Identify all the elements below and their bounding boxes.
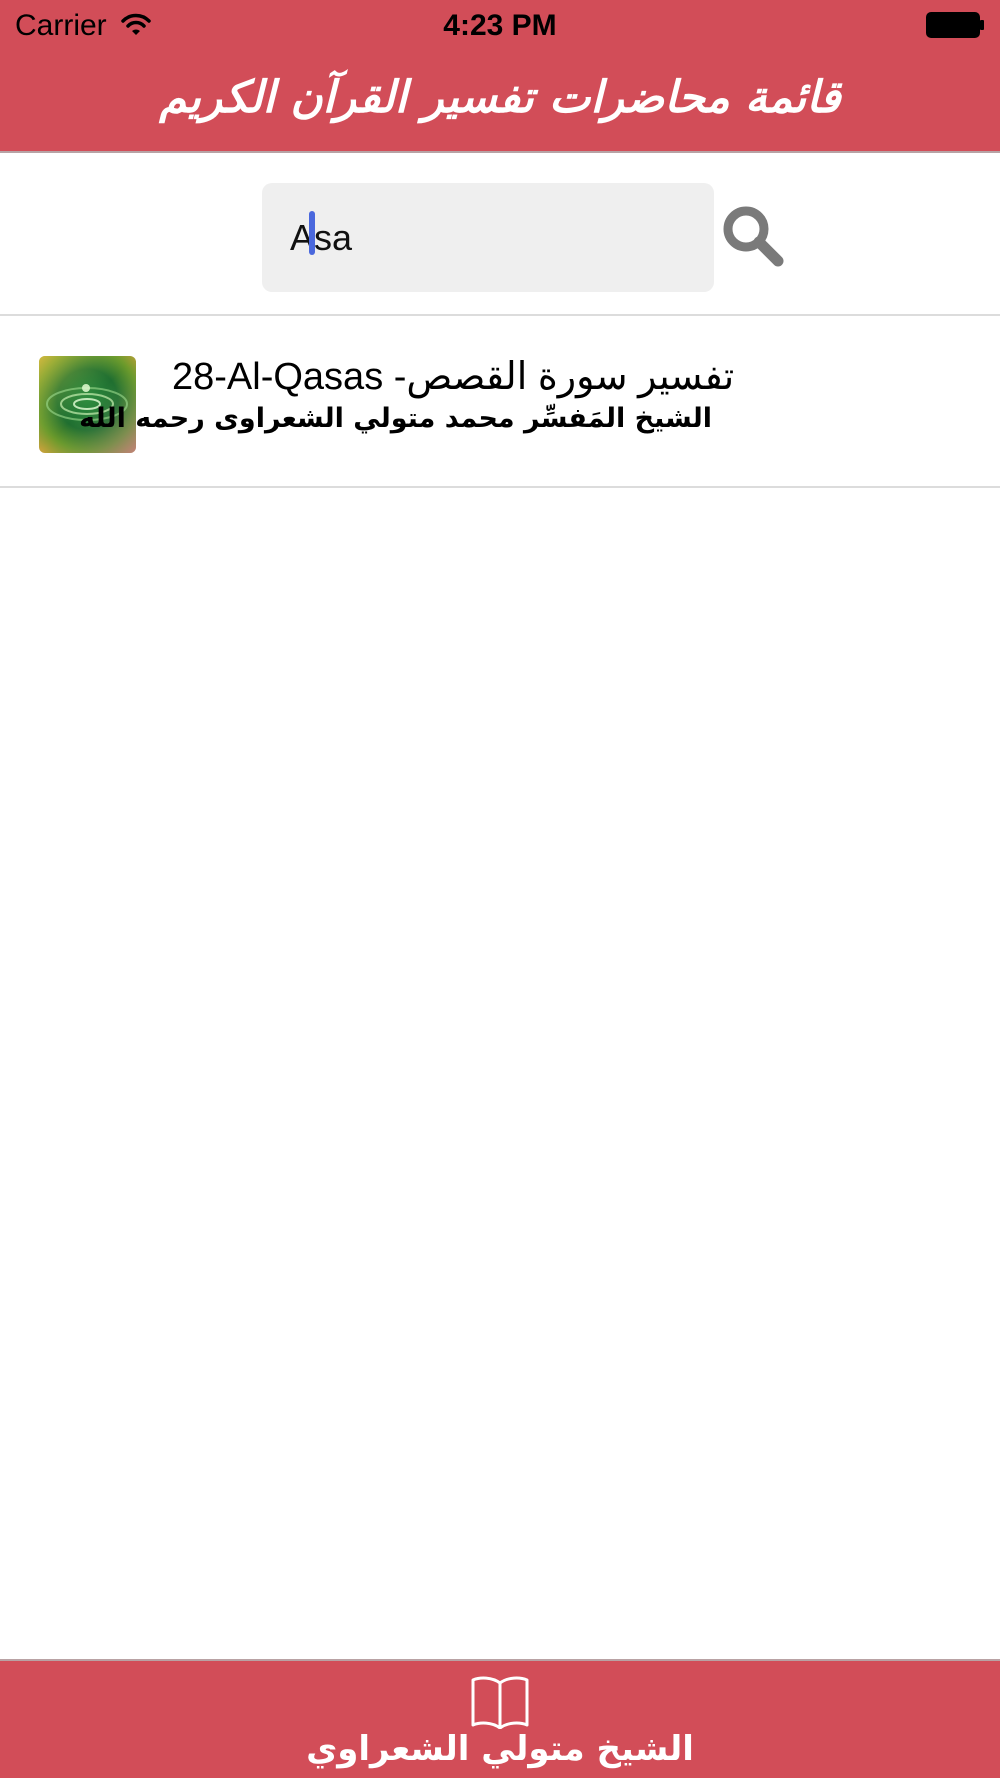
search-area (0, 155, 1000, 315)
search-icon (723, 206, 784, 267)
navigation-bar: قائمة محاضرات تفسير القرآن الكريم (0, 50, 1000, 153)
tab-bar: الشيخ متولي الشعراوي (0, 1659, 1000, 1778)
battery-icon (926, 12, 984, 38)
search-input[interactable] (262, 183, 714, 292)
tab-label: الشيخ متولي الشعراوي (306, 1729, 694, 1769)
divider (0, 486, 1000, 488)
divider (0, 314, 1000, 316)
page-title: قائمة محاضرات تفسير القرآن الكريم (159, 72, 841, 123)
tab-sheikh-shaarawi[interactable]: الشيخ متولي الشعراوي (0, 1661, 1000, 1778)
lecture-subtitle: الشيخ المَفسِّر محمد متولي الشعراوى رحمه… (79, 403, 712, 434)
book-icon (471, 1676, 529, 1729)
text-cursor (309, 211, 315, 255)
lecture-title: 28-Al-Qasas -تفسير سورة القصص (172, 356, 735, 398)
status-bar: Carrier 4:23 PM (0, 0, 1000, 50)
list-item[interactable]: 28-Al-Qasas -تفسير سورة القصص الشيخ المَ… (0, 317, 1000, 487)
search-button[interactable] (720, 203, 786, 269)
status-time: 4:23 PM (443, 9, 557, 42)
